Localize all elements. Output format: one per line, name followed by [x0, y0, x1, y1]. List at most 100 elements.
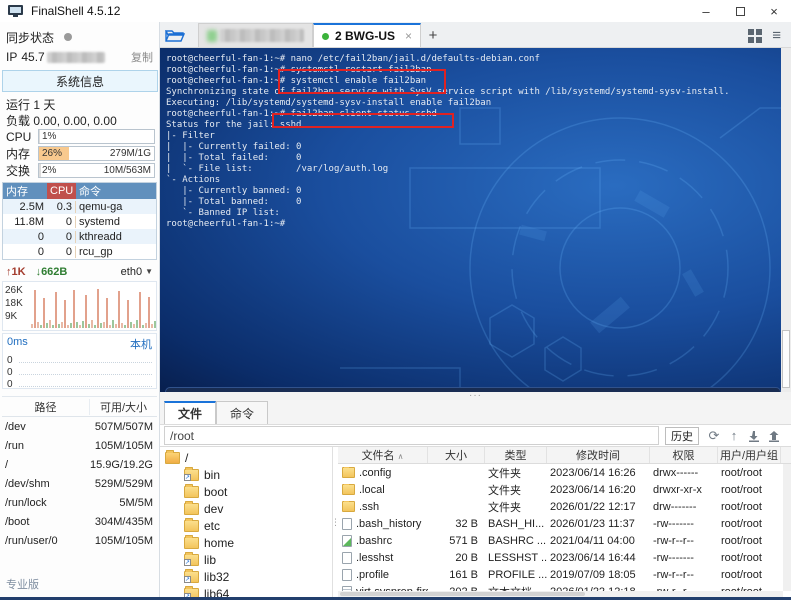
tab-files[interactable]: 文件 — [164, 401, 216, 424]
folder-icon: ↗ — [184, 500, 199, 515]
terminal-line: |- Currently banned: 0 — [166, 186, 302, 196]
tab-commands[interactable]: 命令 — [216, 401, 268, 424]
path-input[interactable]: /root — [164, 426, 659, 445]
file-type-icon — [342, 517, 352, 530]
symlink-arrow-icon: ↗ — [184, 473, 191, 481]
process-row[interactable]: 0 0 kthreadd — [3, 229, 156, 244]
swap-meter-fill — [39, 164, 42, 177]
disk-row[interactable]: /run 105M/105M — [2, 436, 157, 455]
terminal-scrollbar[interactable] — [781, 48, 791, 392]
folder-icon: ↗ — [184, 466, 199, 481]
session-tab-censored[interactable] — [198, 23, 313, 47]
file-type-icon — [342, 551, 352, 564]
disk-header-path[interactable]: 路径 — [2, 398, 90, 415]
session-tab-bar: 2 BWG-US × + ≡ — [160, 22, 791, 48]
tree-item[interactable]: ↗ lib — [160, 551, 332, 568]
tree-item[interactable]: ↗ dev — [160, 500, 332, 517]
process-header-mem[interactable]: 内存 — [3, 183, 47, 199]
load-text: 负载 0.00, 0.00, 0.00 — [6, 113, 117, 128]
folder-icon: ↗ — [184, 568, 199, 583]
ping-host: 本机 — [130, 339, 152, 351]
file-row[interactable]: .lesshst 20 B LESSHST ... 2023/06/14 16:… — [338, 549, 791, 566]
file-row[interactable]: .bashrc 571 B BASHRC ... 2021/04/11 04:0… — [338, 532, 791, 549]
parent-directory-icon[interactable]: ↑ — [725, 427, 743, 445]
maximize-button[interactable] — [723, 0, 757, 22]
refresh-icon[interactable]: ⟳ — [705, 427, 723, 445]
copy-ip-button[interactable]: 复制 — [131, 49, 153, 65]
memory-meter: 26% 279M/1G — [38, 146, 155, 161]
process-header-cmd[interactable]: 命令 — [76, 183, 156, 199]
file-panel-tabs: 文件 命令 — [160, 400, 791, 424]
new-tab-button[interactable]: + — [421, 23, 445, 47]
header-filename[interactable]: 文件名 ∧ — [338, 447, 428, 463]
annotation-box-status — [272, 113, 454, 128]
tree-item[interactable]: ↗ bin — [160, 466, 332, 483]
layout-grid-icon[interactable] — [748, 29, 763, 43]
tree-item-root[interactable]: / — [160, 449, 332, 466]
system-info-button[interactable]: 系统信息 — [2, 70, 158, 92]
network-graph-bars — [31, 289, 156, 328]
open-connection-button[interactable] — [160, 23, 190, 47]
file-type-icon — [342, 483, 355, 495]
session-tab-active[interactable]: 2 BWG-US × — [313, 23, 422, 47]
disk-row[interactable]: / 15.9G/19.2G — [2, 455, 157, 474]
file-row[interactable]: .profile 161 B PROFILE ... 2019/07/09 18… — [338, 566, 791, 583]
upload-icon[interactable] — [765, 427, 783, 445]
file-row[interactable]: .ssh 文件夹 2026/01/22 12:17 drw------- roo… — [338, 498, 791, 515]
header-owner[interactable]: 用户/用户组 — [718, 447, 781, 463]
file-row[interactable]: .local 文件夹 2023/06/14 16:20 drwxr-xr-x r… — [338, 481, 791, 498]
header-size[interactable]: 大小 — [428, 447, 485, 463]
uptime-text: 运行 1 天 — [6, 97, 56, 112]
process-row[interactable]: 11.8M 0 systemd — [3, 214, 156, 229]
file-type-icon — [342, 568, 352, 581]
upload-speed: ↑1K — [6, 265, 26, 278]
disk-row[interactable]: /dev 507M/507M — [2, 417, 157, 436]
terminal-line: `- Actions — [166, 175, 221, 185]
terminal-line: root@cheerful-fan-1:~# systemctl restart… — [166, 65, 432, 75]
download-icon[interactable] — [745, 427, 763, 445]
network-graph: 26K 18K 9K — [2, 281, 157, 331]
finalshell-window: FinalShell 4.5.12 – × 同步状态 IP 45.7 复制 系统… — [0, 0, 791, 600]
header-permissions[interactable]: 权限 — [650, 447, 718, 463]
ping-latency: 0ms — [7, 336, 28, 348]
disk-row[interactable]: /boot 304M/435M — [2, 512, 157, 531]
folder-icon: ↗ — [184, 483, 199, 498]
path-history-button[interactable]: 历史 — [665, 426, 699, 445]
tree-item[interactable]: ↗ etc — [160, 517, 332, 534]
tree-item[interactable]: ↗ lib64 — [160, 585, 332, 597]
tree-item[interactable]: ↗ home — [160, 534, 332, 551]
interface-select[interactable]: eth0 ▼ — [121, 266, 153, 278]
window-title: FinalShell 4.5.12 — [31, 4, 121, 18]
process-row[interactable]: 2.5M 0.3 qemu-ga — [3, 199, 156, 214]
header-mtime[interactable]: 修改时间 — [547, 447, 650, 463]
disk-row[interactable]: /run/user/0 105M/105M — [2, 531, 157, 550]
terminal-line: |- Filter — [166, 131, 215, 141]
file-row[interactable]: .config 文件夹 2023/06/14 16:26 drwx------ … — [338, 464, 791, 481]
minimize-button[interactable]: – — [689, 0, 723, 22]
process-table: 内存 CPU 命令 2.5M 0.3 qemu-ga 11.8M 0 syste… — [2, 182, 157, 260]
terminal-line: |- Total banned: 0 — [166, 197, 302, 207]
edition-label: 专业版 — [6, 579, 39, 591]
file-row[interactable]: .bash_history 32 B BASH_HI... 2026/01/23… — [338, 515, 791, 532]
symlink-arrow-icon: ↗ — [184, 592, 191, 597]
terminal[interactable]: root@cheerful-fan-1:~# nano /etc/fail2ba… — [160, 48, 791, 392]
disk-header-size[interactable]: 可用/大小 — [90, 399, 157, 415]
sync-status-label: 同步状态 — [6, 30, 55, 45]
menu-icon[interactable]: ≡ — [772, 28, 781, 43]
app-logo-icon — [8, 4, 23, 17]
header-type[interactable]: 类型 — [485, 447, 547, 463]
folder-icon: ↗ — [184, 551, 199, 566]
disk-row[interactable]: /dev/shm 529M/529M — [2, 474, 157, 493]
terminal-scrollbar-thumb[interactable] — [782, 330, 790, 388]
panel-splitter[interactable]: ··· — [160, 391, 791, 401]
process-row[interactable]: 0 0 rcu_gp — [3, 244, 156, 259]
tab-close-icon[interactable]: × — [405, 29, 412, 43]
file-list: 文件名 ∧ 大小 类型 修改时间 权限 用户/用户组 .config 文件夹 20… — [338, 447, 791, 597]
file-list-hscrollbar[interactable] — [338, 591, 783, 597]
file-list-vscrollbar[interactable] — [783, 464, 791, 591]
disk-row[interactable]: /run/lock 5M/5M — [2, 493, 157, 512]
tree-item[interactable]: ↗ lib32 — [160, 568, 332, 585]
close-button[interactable]: × — [757, 0, 791, 22]
tree-item[interactable]: ↗ boot — [160, 483, 332, 500]
process-header-cpu[interactable]: CPU — [47, 183, 76, 199]
